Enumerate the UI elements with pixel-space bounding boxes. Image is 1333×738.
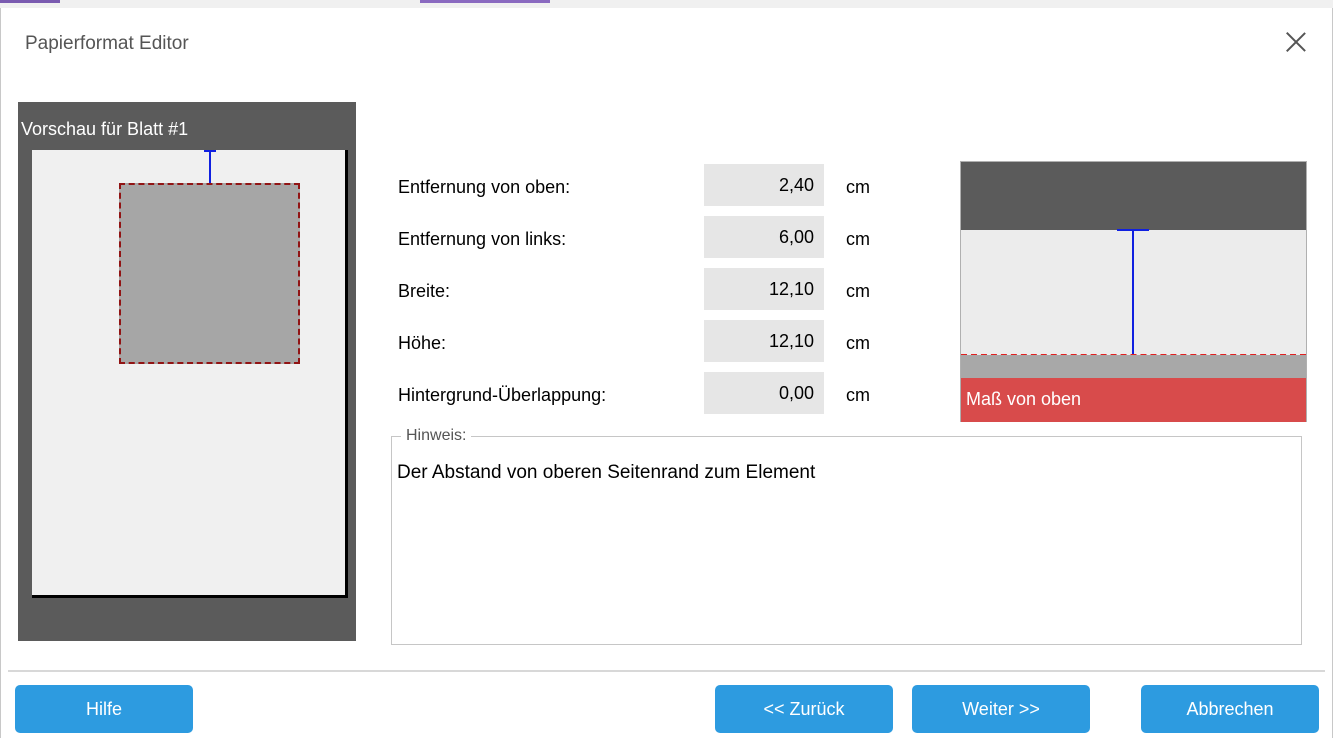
background-overlap-input[interactable]: 0,00 [704, 372, 824, 414]
preview-page [32, 150, 348, 598]
illustration-top-margin [961, 162, 1306, 230]
top-distance-line [209, 150, 211, 183]
next-button[interactable]: Weiter >> [912, 685, 1090, 733]
distance-top-input[interactable]: 2,40 [704, 164, 824, 206]
width-input[interactable]: 12,10 [704, 268, 824, 310]
preview-title: Vorschau für Blatt #1 [21, 119, 189, 139]
window-title: Papierformat Editor [25, 33, 189, 54]
illustration-element [961, 355, 1306, 378]
label-distance-left: Entfernung von links: [398, 229, 567, 249]
label-background-overlap: Hintergrund-Überlappung: [398, 385, 607, 405]
label-width: Breite: [398, 281, 451, 301]
unit-distance-left: cm [846, 229, 870, 249]
illustration-measure-line [1132, 229, 1134, 355]
close-icon[interactable] [1282, 28, 1310, 56]
illustration-caption: Maß von oben [966, 389, 1082, 409]
illustration-caption-bar: Maß von oben [961, 378, 1306, 422]
distance-left-input[interactable]: 6,00 [704, 216, 824, 258]
preview-element [119, 183, 300, 364]
unit-background-overlap: cm [846, 385, 870, 405]
window-border-left [0, 8, 1, 738]
unit-width: cm [846, 281, 870, 301]
hint-text: Der Abstand von oberen Seitenrand zum El… [397, 462, 816, 483]
unit-distance-top: cm [846, 177, 870, 197]
help-button[interactable]: Hilfe [15, 685, 193, 733]
label-distance-top: Entfernung von oben: [398, 177, 571, 197]
hint-legend: Hinweis: [401, 427, 472, 445]
unit-height: cm [846, 333, 870, 353]
measure-illustration: Maß von oben [960, 161, 1307, 422]
height-input[interactable]: 12,10 [704, 320, 824, 362]
background-window-strip [0, 0, 1333, 8]
sheet-preview-panel: Vorschau für Blatt #1 [18, 102, 356, 641]
label-height: Höhe: [398, 333, 447, 353]
cancel-button[interactable]: Abbrechen [1141, 685, 1319, 733]
footer-divider [8, 670, 1325, 672]
back-button[interactable]: << Zurück [715, 685, 893, 733]
